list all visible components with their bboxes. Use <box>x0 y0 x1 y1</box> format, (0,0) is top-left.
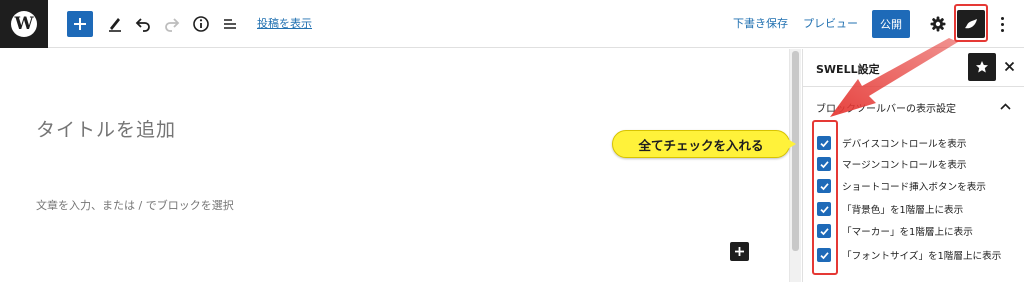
callout-text: 全てチェックを入れる <box>638 137 764 153</box>
scrollbar-thumb[interactable] <box>792 51 799 251</box>
option-label: ショートコード挿入ボタンを表示 <box>842 182 986 193</box>
list-view-button[interactable] <box>218 12 242 36</box>
option-label: 「マーカー」を1階層上に表示 <box>842 227 973 238</box>
checkbox-highlight <box>812 120 838 275</box>
inline-add-block-button[interactable] <box>730 242 749 261</box>
sidebar-title: SWELL設定 <box>816 63 880 76</box>
favorite-button[interactable] <box>968 53 996 81</box>
editor-top-toolbar: W 投稿を表示 下書き保存 プレビュー 公開 <box>0 0 1024 48</box>
annotation-callout: 全てチェックを入れる <box>612 130 790 158</box>
undo-button[interactable] <box>131 12 155 36</box>
view-post-link[interactable]: 投稿を表示 <box>257 15 312 31</box>
editor-canvas: タイトルを追加 文章を入力、または / でブロックを選択 <box>0 49 789 282</box>
option-device-control[interactable]: デバイスコントロールを表示 <box>817 133 966 153</box>
option-font-size[interactable]: 「フォントサイズ」を1階層上に表示 <box>817 245 1001 265</box>
add-block-button[interactable] <box>67 11 93 37</box>
plus-icon <box>735 247 744 256</box>
redo-icon <box>165 18 180 32</box>
block-placeholder[interactable]: 文章を入力、または / でブロックを選択 <box>36 197 234 213</box>
post-title-input[interactable]: タイトルを追加 <box>36 115 176 142</box>
gear-icon <box>930 16 946 32</box>
star-icon <box>976 61 988 73</box>
option-background-color[interactable]: 「背景色」を1階層上に表示 <box>817 199 963 219</box>
redo-button[interactable] <box>160 12 184 36</box>
publish-button[interactable]: 公開 <box>872 10 910 38</box>
plus-icon <box>74 18 86 30</box>
info-icon <box>193 16 209 32</box>
sidebar-header: SWELL設定 <box>803 49 1024 87</box>
close-icon <box>1004 61 1014 71</box>
save-draft-button[interactable]: 下書き保存 <box>733 15 788 31</box>
settings-button[interactable] <box>926 12 950 36</box>
option-label: 「フォントサイズ」を1階層上に表示 <box>842 251 1002 262</box>
option-shortcode-button[interactable]: ショートコード挿入ボタンを表示 <box>817 176 986 196</box>
editor-scrollbar[interactable] <box>789 49 801 282</box>
more-vertical-icon[interactable] <box>996 12 1008 36</box>
chevron-up-icon <box>999 101 1011 111</box>
swell-button-highlight <box>954 4 988 42</box>
list-view-icon <box>224 19 236 29</box>
details-button[interactable] <box>189 12 213 36</box>
tools-button[interactable] <box>103 12 127 36</box>
undo-icon <box>135 18 150 32</box>
option-margin-control[interactable]: マージンコントロールを表示 <box>817 154 967 174</box>
option-marker[interactable]: 「マーカー」を1階層上に表示 <box>817 221 973 241</box>
option-label: デバイスコントロールを表示 <box>842 139 967 150</box>
pencil-icon <box>109 18 121 32</box>
option-label: マージンコントロールを表示 <box>842 160 967 171</box>
swell-settings-sidebar: SWELL設定 ブロックツールバーの表示設定 デバイスコントロールを表示 マージ… <box>802 49 1024 282</box>
panel-title: ブロックツールバーの表示設定 <box>816 104 956 115</box>
close-sidebar-button[interactable] <box>1001 58 1017 74</box>
preview-button[interactable]: プレビュー <box>803 15 858 31</box>
option-label: 「背景色」を1階層上に表示 <box>842 205 964 216</box>
wordpress-logo-icon[interactable]: W <box>0 0 48 48</box>
callout-tail <box>786 138 796 150</box>
